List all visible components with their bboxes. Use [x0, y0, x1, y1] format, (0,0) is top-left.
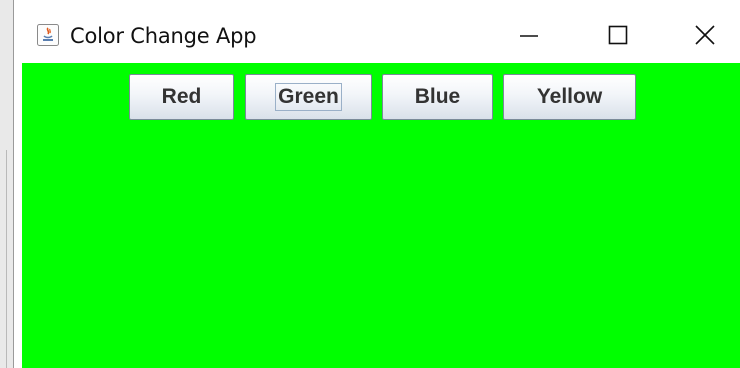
- background-window-edge: [0, 0, 13, 368]
- maximize-button[interactable]: [583, 14, 653, 56]
- color-panel: Red Green Blue Yellow: [22, 63, 740, 368]
- blue-button-label: Blue: [414, 85, 461, 108]
- background-divider: [6, 150, 7, 368]
- title-bar[interactable]: Color Change App: [14, 0, 740, 63]
- red-button-label: Red: [161, 85, 202, 108]
- maximize-icon: [608, 25, 628, 45]
- java-app-icon: [37, 24, 59, 46]
- red-button[interactable]: Red: [129, 74, 234, 120]
- close-icon: [695, 25, 715, 45]
- close-button[interactable]: [670, 14, 740, 56]
- green-button-label: Green: [275, 83, 342, 111]
- blue-button[interactable]: Blue: [382, 74, 493, 120]
- yellow-button-label: Yellow: [536, 85, 603, 108]
- minimize-icon: [520, 35, 538, 37]
- green-button[interactable]: Green: [245, 74, 372, 120]
- yellow-button[interactable]: Yellow: [503, 74, 636, 120]
- app-window: Color Change App Red Green Blue Yellow: [13, 0, 740, 368]
- minimize-button[interactable]: [494, 14, 564, 56]
- button-row: Red Green Blue Yellow: [22, 74, 740, 122]
- window-title: Color Change App: [70, 24, 257, 48]
